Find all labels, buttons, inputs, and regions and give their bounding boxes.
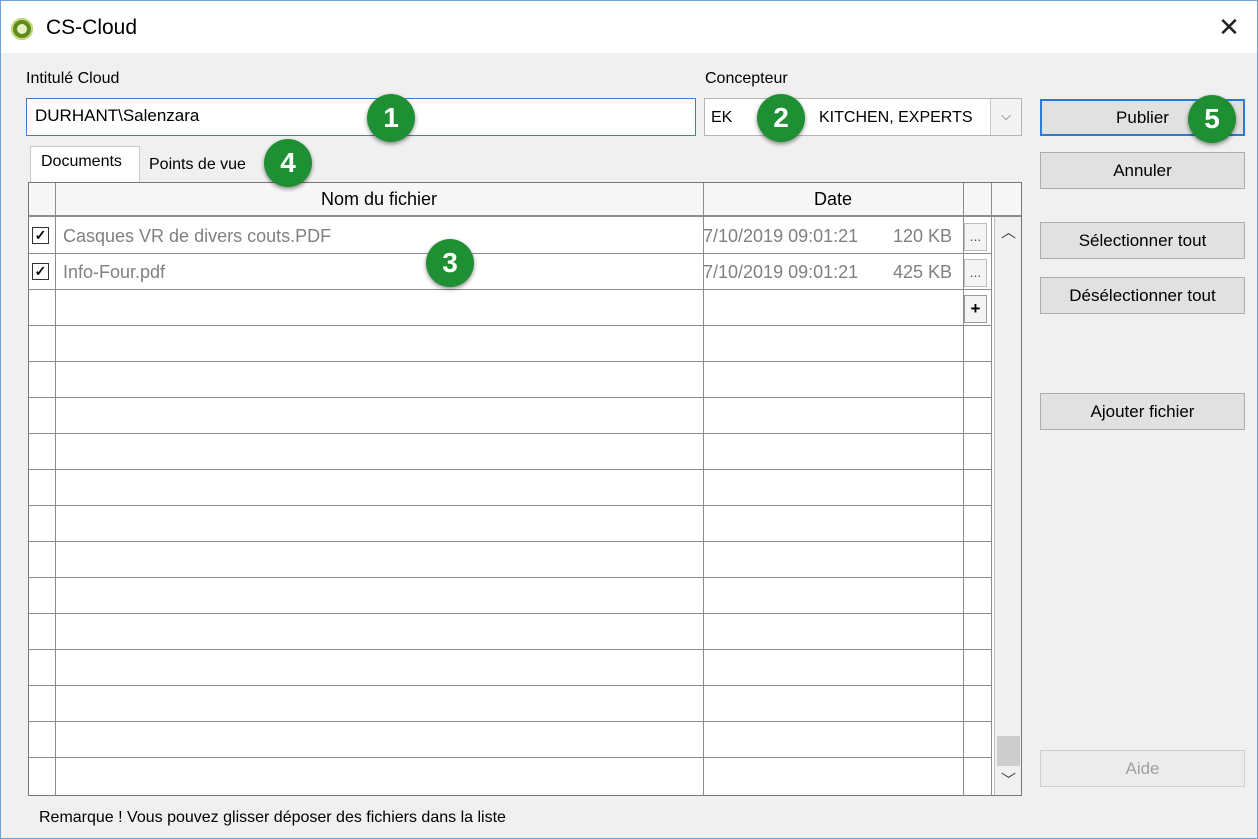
row-divider [29,397,991,398]
row-divider [29,577,991,578]
callout-marker-1: 1 [367,94,415,142]
cloud-title-value: DURHANT\Salenzara [35,106,200,125]
app-logo-icon [11,18,33,40]
deselect-all-button[interactable]: Désélectionner tout [1040,277,1245,314]
callout-marker-5: 5 [1188,95,1236,143]
row-options-button[interactable]: ... [964,259,987,287]
cancel-button[interactable]: Annuler [1040,152,1245,189]
row-divider [29,361,991,362]
file-date-cell: 7/10/2019 09:01:21 [703,226,859,246]
row-divider [29,613,991,614]
row-divider [29,253,991,254]
designer-name: KITCHEN, EXPERTS [819,109,973,126]
tab-documents[interactable]: Documents [30,146,140,182]
row-divider [29,757,991,758]
file-date-cell: 7/10/2019 09:01:21 [703,262,859,282]
file-name-cell[interactable]: Info-Four.pdf [63,262,165,283]
add-row-button[interactable]: + [964,295,987,323]
column-divider [55,183,56,795]
row-checkbox[interactable]: ✓ [32,263,49,280]
callout-marker-4: 4 [264,139,312,187]
file-size-cell: 120 KB [893,226,953,246]
row-divider [29,505,991,506]
header-date[interactable]: Date [703,183,963,217]
scroll-thumb[interactable] [997,736,1020,766]
row-divider [29,721,991,722]
chevron-down-icon[interactable]: ⌵ [990,99,1021,135]
row-divider [29,469,991,470]
close-icon[interactable]: ✕ [1213,11,1245,43]
file-name-cell[interactable]: Casques VR de divers couts.PDF [63,226,331,247]
row-divider [29,649,991,650]
window-title: CS-Cloud [46,16,138,39]
select-all-button[interactable]: Sélectionner tout [1040,222,1245,259]
row-checkbox[interactable]: ✓ [32,227,49,244]
row-divider [29,685,991,686]
file-table: Nom du fichier Date ✓ Casques VR de dive… [28,182,1022,796]
tab-points-de-vue[interactable]: Points de vue [147,153,265,179]
scroll-up-icon[interactable]: ︿ [995,221,1021,245]
title-bar: CS-Cloud ✕ [1,1,1257,53]
cs-cloud-dialog: CS-Cloud ✕ Intitulé Cloud DURHANT\Salenz… [0,0,1258,839]
row-divider [29,433,991,434]
designer-select[interactable]: EK KITCHEN, EXPERTS ⌵ [704,98,1022,136]
vertical-scrollbar[interactable]: ︿ ﹀ [994,217,1021,795]
callout-marker-2: 2 [757,94,805,142]
row-divider [29,325,991,326]
add-file-button[interactable]: Ajouter fichier [1040,393,1245,430]
file-size-cell: 425 KB [893,262,953,282]
drag-drop-note: Remarque ! Vous pouvez glisser déposer d… [39,809,506,826]
header-action-column [963,183,991,217]
header-file-name[interactable]: Nom du fichier [55,183,703,217]
cloud-title-label: Intitulé Cloud [26,70,120,87]
header-scroll-column [991,183,1021,217]
help-button[interactable]: Aide [1040,750,1245,787]
designer-label: Concepteur [705,70,788,87]
callout-marker-3: 3 [426,239,474,287]
header-select-column [29,183,55,217]
row-options-button[interactable]: ... [964,223,987,251]
designer-code: EK [711,109,733,126]
column-divider [991,183,992,795]
cloud-title-input[interactable]: DURHANT\Salenzara [26,98,696,136]
row-divider [29,541,991,542]
scroll-down-icon[interactable]: ﹀ [995,769,1021,793]
row-divider [29,289,991,290]
